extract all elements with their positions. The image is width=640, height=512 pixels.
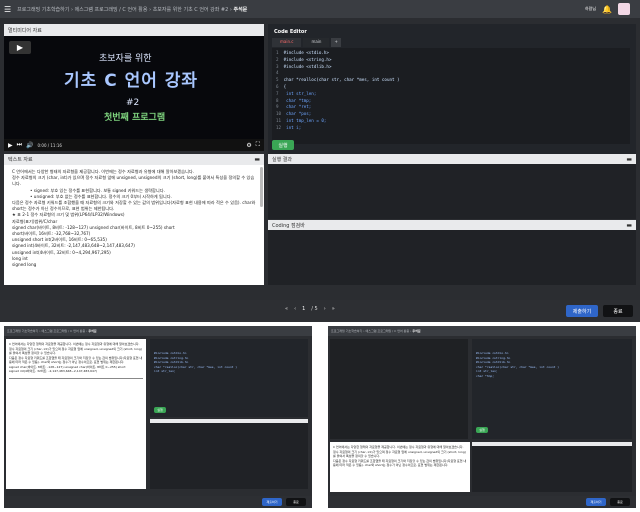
end-button[interactable]: 종료	[603, 305, 633, 317]
thumb-table	[9, 377, 143, 408]
text-paragraph: 정수 자료형의 크기 (char, int)가 있으며 정수 자료형 앞에 un…	[12, 175, 255, 187]
thumb-submit-button[interactable]: 제출하기	[586, 498, 606, 506]
video-intro: 초보자를 위한	[99, 54, 152, 64]
video-time: 0:00 / 11:16	[37, 142, 62, 148]
thumb-result	[472, 442, 632, 492]
thumbnail-right: 프로그래밍 기초학습하기 › 에스그램 프로그래밍 / C 언어 활용 › 주석…	[328, 326, 636, 508]
thumb-run-button[interactable]: 실행	[154, 407, 166, 413]
video-panel-title: 멀티미디어 자료	[8, 27, 42, 34]
breadcrumb: 프로그래밍 기초학습하기 › 에스그램 프로그래밍 / C 언어 활용 › 주석…	[331, 329, 421, 333]
thumb-text-popup: C 언어에서는 다양한 형태의 자료형을 제공합니다. 이번에는 정수 자료형과…	[330, 442, 470, 492]
code-line: 5 char *realloc(char str, char *mes, int…	[276, 77, 400, 83]
thumb-result	[150, 419, 308, 489]
collapse-icon[interactable]: ▬	[254, 156, 260, 163]
scrollbar[interactable]	[260, 167, 263, 207]
text-panel-title: 텍스트 자료	[8, 157, 33, 163]
page-total: / 5	[311, 306, 318, 312]
video-title: 기초 C 언어 강좌	[64, 71, 199, 91]
thumb-top-bar: 프로그래밍 기초학습하기 › 에스그램 프로그래밍 / C 언어 활용 › 주석…	[328, 326, 636, 336]
code-line: 4	[276, 70, 279, 76]
thumb-footer: 제출하기 종료	[4, 496, 312, 508]
review-panel-header: Coding 점검바 ▬	[268, 220, 636, 230]
result-panel-header: 실행 결과 ▬	[268, 154, 636, 164]
result-title: 실행 결과	[272, 156, 292, 163]
thumb-code-editor: #include <stdio.h> #include <string.h> #in…	[150, 339, 308, 417]
pager: « ‹ 1 / 5 › »	[285, 306, 335, 312]
code-line: 2 #include <string.h>	[276, 56, 332, 62]
thumb-dark-left	[330, 339, 468, 439]
next-page-icon[interactable]: ›	[324, 306, 326, 312]
text-panel-header: 텍스트 자료 ▬	[4, 154, 264, 165]
collapse-icon[interactable]: ▬	[626, 222, 632, 229]
volume-icon[interactable]: 🔊	[26, 142, 33, 149]
thumb-submit-button[interactable]: 제출하기	[262, 498, 282, 506]
last-page-icon[interactable]: »	[332, 306, 335, 312]
play-icon[interactable]: ▶	[8, 142, 13, 149]
breadcrumb-item[interactable]: 프로그래밍 기초학습하기	[17, 7, 69, 13]
bell-icon[interactable]: 🔔	[602, 5, 612, 14]
code-line: 1 #include <stdio.h>	[276, 50, 329, 55]
review-body	[268, 230, 636, 285]
code-tab-bar: main.c main +	[272, 38, 341, 47]
code-line: 8 char *tmp;	[276, 97, 312, 103]
thumb-footer: 제출하기 종료	[328, 496, 636, 508]
add-tab-icon[interactable]: +	[331, 38, 341, 47]
breadcrumb: 프로그래밍 기초학습하기 › 에스그램 프로그래밍 / C 언어 활용 › 초보…	[17, 6, 248, 13]
avatar[interactable]	[618, 3, 630, 15]
result-body	[268, 164, 636, 219]
thumb-top-bar: 프로그래밍 기초학습하기 › 에스그램 프로그래밍 / C 언어 활용 › 주석…	[4, 326, 312, 336]
thumb-run-button[interactable]: 실행	[476, 427, 488, 433]
code-line: 9 char *ret;	[276, 104, 312, 110]
video-panel-header: 멀티미디어 자료	[4, 24, 264, 36]
code-editor-panel: Code Editor main.c main + 1 #include <st…	[268, 24, 636, 154]
main-window: ☰ 프로그래밍 기초학습하기 › 에스그램 프로그래밍 / C 언어 활용 › …	[0, 0, 640, 322]
menu-icon[interactable]: ☰	[4, 5, 11, 14]
code-line: 11 int tmp_len = 0;	[276, 117, 327, 123]
code-line: 10 char *pos;	[276, 111, 312, 117]
collapse-icon[interactable]: ▬	[626, 156, 632, 163]
settings-icon[interactable]: ⚙	[246, 142, 251, 149]
thumb-end-button[interactable]: 종료	[610, 498, 630, 506]
fullscreen-icon[interactable]: ⛶	[256, 141, 260, 149]
breadcrumb-item[interactable]: 초보자를 위한 기초 C 언어 강좌 #2	[153, 7, 229, 13]
prev-page-icon[interactable]: ‹	[294, 306, 296, 312]
run-button[interactable]: 실행	[272, 140, 294, 150]
code-line: 12 int i;	[276, 124, 302, 130]
code-area[interactable]: 1 #include <stdio.h> 2 #include <string.…	[272, 48, 630, 144]
tab-main-c[interactable]: main.c	[272, 38, 302, 47]
code-editor-title: Code Editor	[274, 29, 307, 35]
breadcrumb-current: 주석문	[233, 6, 248, 13]
user-label: 하람님	[585, 6, 597, 11]
first-page-icon[interactable]: «	[285, 306, 288, 312]
thumb-text-doc: C 언어에서는 다양한 형태의 자료형을 제공합니다. 이번에는 정수 자료형과…	[6, 339, 146, 489]
video-subtitle: 첫번째 프로그램	[104, 113, 166, 123]
tab-main[interactable]: main	[303, 38, 330, 47]
top-bar: ☰ 프로그래밍 기초학습하기 › 에스그램 프로그래밍 / C 언어 활용 › …	[0, 0, 640, 18]
footer-bar: « ‹ 1 / 5 › » 제출하기 종료	[0, 300, 640, 322]
video-controls: ▶ ⏭ 🔊 0:00 / 11:16 ⚙ ⛶	[4, 139, 264, 151]
code-line: 7 int str_len;	[276, 90, 317, 96]
video-player[interactable]: ▶ 초보자를 위한 기초 C 언어 강좌 #2 첫번째 프로그램 ▶ ⏭ 🔊 0…	[4, 36, 264, 151]
breadcrumb-item[interactable]: 에스그램 프로그래밍 / C 언어 활용	[75, 7, 148, 13]
next-icon[interactable]: ⏭	[17, 141, 22, 149]
text-material-body: C 언어에서는 다양한 형태의 자료형을 제공합니다. 이번에는 정수 자료형과…	[4, 165, 264, 285]
play-badge[interactable]: ▶	[9, 41, 31, 54]
code-line: 6 {	[276, 83, 287, 89]
review-title: Coding 점검바	[272, 222, 305, 229]
text-paragraph: signed long	[12, 262, 37, 268]
breadcrumb: 프로그래밍 기초학습하기 › 에스그램 프로그래밍 / C 언어 활용 › 주석…	[7, 329, 97, 333]
page-current: 1	[302, 306, 306, 312]
submit-button[interactable]: 제출하기	[566, 305, 598, 317]
code-line: 3 #include <stdlib.h>	[276, 63, 332, 69]
thumbnail-left: 프로그래밍 기초학습하기 › 에스그램 프로그래밍 / C 언어 활용 › 주석…	[4, 326, 312, 508]
thumb-code-editor: #include <stdio.h> #include <string.h> #in…	[472, 339, 632, 439]
video-number: #2	[126, 98, 140, 108]
text-paragraph: 다음은 정수 자료형 키워드를 조합했을 때 자료형의 크기와 저장할 수 있는…	[12, 200, 256, 212]
thumb-end-button[interactable]: 종료	[286, 498, 306, 506]
